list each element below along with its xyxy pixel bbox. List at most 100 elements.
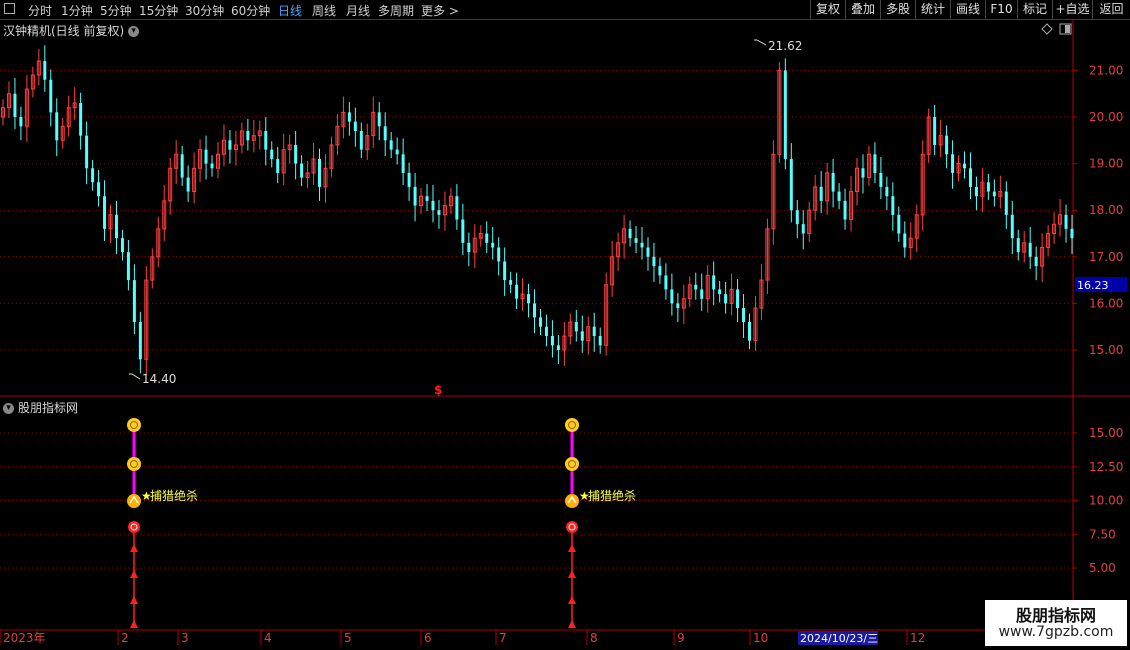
candle bbox=[491, 226, 495, 260]
time-axis-label: 5 bbox=[344, 631, 352, 645]
tab-5min[interactable]: 5分钟 bbox=[100, 2, 132, 19]
candle-body bbox=[568, 321, 573, 337]
candle bbox=[843, 188, 847, 230]
price-axis-label: 17.00 bbox=[1089, 250, 1123, 264]
candle-body bbox=[186, 177, 190, 192]
candle bbox=[442, 191, 447, 231]
period-toolbar: 分时 1分钟 5分钟 15分钟 30分钟 60分钟 日线 周线 月线 多周期 更… bbox=[0, 0, 1130, 20]
candle-body bbox=[1034, 256, 1038, 267]
price-axis-label: 15.00 bbox=[1089, 343, 1123, 357]
tab-weekly[interactable]: 周线 bbox=[312, 2, 336, 19]
candle bbox=[640, 226, 644, 260]
watermark-title: 股朋指标网 bbox=[1015, 606, 1096, 625]
overlay-button[interactable]: 叠加 bbox=[845, 0, 880, 19]
f10-button[interactable]: F10 bbox=[985, 0, 1017, 19]
candle-body bbox=[138, 322, 142, 360]
candle-body bbox=[503, 261, 507, 281]
grid-layer bbox=[0, 20, 1130, 631]
candle bbox=[1004, 181, 1008, 229]
time-axis-label: 6 bbox=[424, 631, 432, 645]
candle bbox=[198, 139, 203, 183]
candle bbox=[455, 184, 459, 230]
candle bbox=[335, 114, 340, 156]
dropdown-icon[interactable]: ▾ bbox=[128, 26, 140, 37]
candle-body bbox=[729, 288, 734, 304]
indicator-axis-label: 15.00 bbox=[1089, 426, 1123, 440]
money-bag-icon bbox=[127, 457, 141, 471]
candle-body bbox=[533, 303, 537, 318]
candle-body bbox=[1070, 228, 1074, 239]
candle bbox=[461, 203, 465, 255]
candle bbox=[329, 136, 334, 177]
candle bbox=[604, 272, 609, 356]
add-watchlist-button[interactable]: +自选 bbox=[1052, 0, 1092, 19]
tab-30min[interactable]: 30分钟 bbox=[185, 2, 224, 19]
candle bbox=[903, 221, 907, 258]
more-label: 更多 bbox=[421, 4, 446, 18]
layout-toggle-icon[interactable] bbox=[4, 3, 15, 14]
candle bbox=[281, 133, 286, 186]
tab-daily[interactable]: 日线 bbox=[278, 2, 302, 19]
candle bbox=[819, 171, 823, 213]
candle bbox=[467, 232, 471, 267]
candle bbox=[813, 174, 818, 221]
candle-body bbox=[478, 233, 483, 239]
candle-body bbox=[963, 163, 967, 169]
candle-body bbox=[347, 112, 351, 122]
candle-body bbox=[461, 219, 465, 243]
candle-body bbox=[210, 163, 214, 169]
candle bbox=[503, 247, 507, 296]
back-button[interactable]: 返回 bbox=[1092, 0, 1130, 19]
candle-body bbox=[144, 279, 149, 360]
candle-body bbox=[198, 149, 203, 169]
candle bbox=[753, 295, 758, 351]
candle bbox=[664, 263, 668, 300]
fuquan-button[interactable]: 复权 bbox=[810, 0, 845, 19]
candle bbox=[1070, 214, 1074, 255]
draw-line-button[interactable]: 画线 bbox=[950, 0, 985, 19]
statistics-button[interactable]: 统计 bbox=[915, 0, 950, 19]
candle bbox=[562, 322, 567, 366]
indicator-dropdown-icon[interactable]: ▾ bbox=[3, 403, 14, 414]
tab-60min[interactable]: 60分钟 bbox=[231, 2, 270, 19]
up-arrow-icon bbox=[130, 544, 138, 552]
mark-button[interactable]: 标记 bbox=[1017, 0, 1052, 19]
candle bbox=[168, 158, 173, 215]
candle-body bbox=[819, 186, 823, 201]
candle-body bbox=[634, 238, 638, 243]
candle bbox=[485, 221, 489, 254]
candle bbox=[908, 222, 913, 260]
candle-body bbox=[813, 186, 818, 211]
candle-body bbox=[311, 158, 316, 174]
tab-1min[interactable]: 1分钟 bbox=[61, 2, 93, 19]
candle-body bbox=[1010, 214, 1014, 239]
signal-text-1: 捕猎绝杀 bbox=[150, 488, 198, 503]
candle bbox=[407, 162, 411, 201]
tab-15min[interactable]: 15分钟 bbox=[139, 2, 178, 19]
candle-body bbox=[753, 307, 758, 342]
candle bbox=[676, 293, 680, 323]
candle-body bbox=[97, 182, 101, 197]
candle-body bbox=[694, 284, 698, 290]
candle-body bbox=[132, 280, 136, 323]
candle bbox=[270, 141, 274, 168]
indicator-title: ▾ 股朋指标网 bbox=[3, 399, 78, 416]
candle bbox=[634, 226, 638, 254]
multi-stock-button[interactable]: 多股 bbox=[880, 0, 915, 19]
candle bbox=[700, 273, 704, 311]
tab-more[interactable]: 更多 > bbox=[421, 2, 459, 19]
signal-label-1: ★ bbox=[141, 489, 152, 503]
candle bbox=[771, 140, 776, 245]
tab-monthly[interactable]: 月线 bbox=[346, 2, 370, 19]
candle bbox=[389, 131, 393, 159]
orange-signal-icon bbox=[127, 494, 141, 508]
candle bbox=[783, 58, 787, 170]
candle bbox=[807, 201, 812, 242]
candle-body bbox=[807, 209, 812, 234]
tab-multi-period[interactable]: 多周期 bbox=[378, 2, 414, 19]
candle-body bbox=[538, 317, 542, 327]
tab-fenshi[interactable]: 分时 bbox=[28, 2, 52, 19]
chevron-right-icon: > bbox=[448, 4, 459, 18]
candle bbox=[97, 170, 101, 207]
candle-body bbox=[204, 149, 208, 164]
